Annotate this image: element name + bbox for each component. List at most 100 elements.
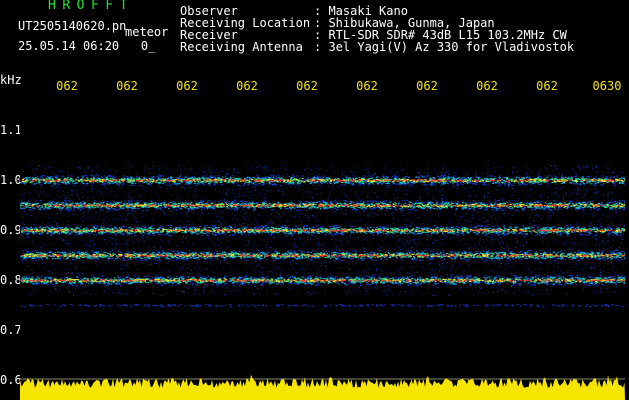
noise-dot	[301, 267, 303, 269]
noise-dot	[133, 218, 135, 220]
band-pixel	[437, 182, 441, 184]
noise-dot	[602, 243, 604, 245]
noise-dot	[608, 235, 610, 237]
noise-dot	[196, 261, 198, 263]
noise-dot	[610, 262, 612, 264]
noise-dot	[72, 234, 74, 236]
noise-dot	[206, 268, 208, 270]
noise-dot	[128, 193, 130, 195]
noise-dot	[90, 241, 91, 243]
noise-dot	[63, 195, 65, 197]
band-pixel	[307, 177, 310, 179]
noise-dot	[535, 224, 537, 226]
band-pixel	[463, 177, 466, 179]
noise-dot	[431, 269, 433, 271]
band-pixel	[268, 182, 271, 183]
noise-dot	[415, 245, 417, 247]
noise-dot	[303, 252, 305, 254]
noise-dot	[304, 168, 306, 170]
band-pixel	[512, 184, 514, 186]
band-pixel	[555, 176, 558, 178]
noise-dot	[169, 236, 171, 238]
band-pixel	[246, 177, 249, 179]
noise-dot	[37, 191, 39, 193]
band-pixel	[507, 175, 509, 177]
band-pixel	[256, 184, 259, 186]
noise-dot	[356, 237, 358, 239]
noise-dot	[95, 247, 97, 249]
band-pixel	[258, 183, 261, 185]
noise-dot	[24, 249, 26, 250]
noise-dot	[68, 227, 70, 229]
band-pixel	[86, 178, 89, 180]
noise-dot	[388, 287, 390, 289]
band-pixel	[605, 179, 607, 181]
band-pixel	[383, 177, 385, 179]
band-pixel	[280, 181, 282, 183]
band-pixel	[100, 176, 103, 177]
noise-dot	[41, 186, 43, 188]
noise-dot	[594, 203, 596, 205]
noise-dot	[146, 233, 148, 235]
band-pixel	[382, 175, 385, 177]
noise-dot	[284, 165, 286, 167]
noise-dot	[39, 183, 41, 185]
noise-dot	[336, 200, 338, 202]
noise-dot	[357, 270, 359, 272]
noise-dot	[591, 267, 593, 269]
noise-dot	[594, 286, 596, 287]
timestamp: 25.05.14 06:20 0_	[18, 39, 156, 53]
band-pixel	[567, 177, 569, 179]
noise-dot	[412, 289, 414, 291]
noise-dot	[180, 201, 182, 203]
x-minute-label: 062	[176, 79, 198, 93]
noise-dot	[479, 286, 481, 288]
noise-dot	[70, 262, 72, 264]
noise-dot	[318, 243, 319, 245]
noise-dot	[259, 192, 261, 194]
noise-dot	[52, 172, 54, 174]
noise-dot	[568, 208, 570, 210]
noise-dot	[466, 287, 468, 288]
noise-dot	[571, 192, 573, 193]
noise-dot	[441, 194, 443, 196]
noise-dot	[138, 196, 140, 198]
noise-dot	[77, 286, 79, 288]
noise-dot	[406, 224, 407, 226]
noise-dot	[431, 269, 433, 270]
noise-dot	[332, 187, 334, 189]
noise-dot	[51, 264, 53, 266]
noise-dot	[33, 225, 35, 227]
band-pixel	[494, 181, 496, 182]
noise-dot	[38, 194, 40, 196]
band-pixel	[48, 182, 51, 184]
band-pixel	[289, 182, 292, 184]
noise-dot	[474, 244, 475, 246]
noise-dot	[446, 262, 448, 264]
noise-dot	[70, 181, 72, 183]
noise-dot	[443, 173, 445, 175]
noise-dot	[391, 176, 393, 177]
band-pixel	[329, 183, 332, 184]
band-pixel	[117, 184, 120, 186]
band-pixel	[159, 182, 162, 184]
noise-dot	[611, 192, 612, 194]
band-pixel	[77, 179, 80, 181]
band-pixel	[507, 183, 510, 185]
noise-dot	[53, 286, 54, 288]
band-pixel	[225, 181, 227, 183]
band-pixel	[567, 176, 570, 178]
noise-dot	[256, 223, 258, 225]
noise-dot	[193, 212, 195, 214]
noise-dot	[186, 212, 188, 214]
band-pixel	[375, 176, 378, 178]
noise-dot	[107, 201, 109, 203]
band-pixel	[383, 175, 385, 176]
noise-dot	[443, 226, 445, 228]
band-pixel	[25, 179, 29, 181]
band-pixel	[560, 182, 563, 184]
noise-dot	[587, 274, 589, 276]
noise-dot	[270, 241, 272, 243]
noise-dot	[583, 241, 585, 243]
noise-dot	[253, 210, 255, 212]
